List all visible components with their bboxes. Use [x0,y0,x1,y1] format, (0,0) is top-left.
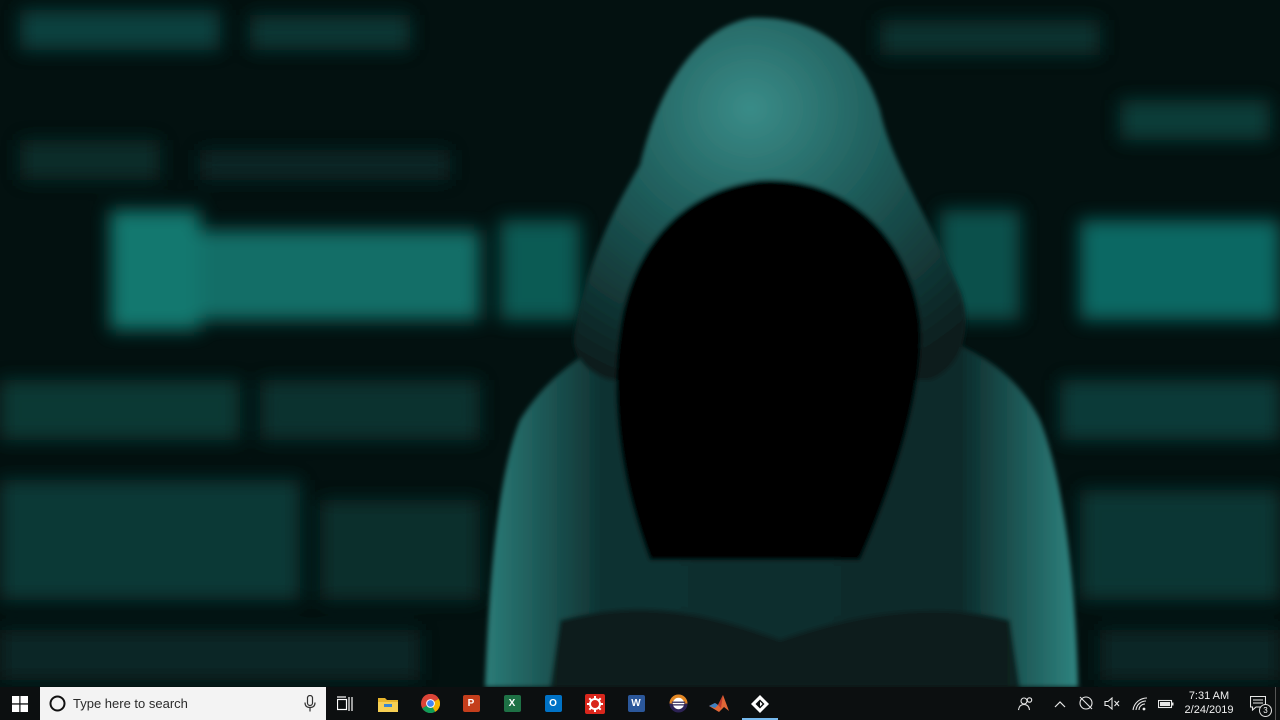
volume-muted-icon [1104,697,1120,710]
powerpoint-icon: P [462,695,480,712]
excel-letter: X [508,698,516,709]
eclipse-button[interactable] [658,687,698,720]
taskbar: Type here to search P X O W 7:31 AM 2/24… [0,687,1280,720]
outlook-icon: O [544,695,562,712]
chrome-button[interactable] [410,687,450,720]
cortana-circle-icon [49,695,66,712]
powerpoint-button[interactable]: P [451,687,491,720]
file-explorer-button[interactable] [368,687,408,720]
hooded-figure-wallpaper-image [0,0,1280,687]
chevron-up-icon [1054,700,1066,707]
search-box[interactable]: Type here to search [40,687,326,720]
matlab-button[interactable] [699,687,739,720]
word-button[interactable]: W [616,687,656,720]
start-button[interactable] [0,687,40,720]
people-button[interactable] [1013,687,1039,720]
network-off-icon [1079,696,1093,710]
volume-button[interactable] [1099,687,1125,720]
task-view-icon [337,695,353,711]
show-hidden-icons-button[interactable] [1047,687,1073,720]
task-view-button[interactable] [326,687,366,720]
excel-icon: X [503,695,521,712]
chrome-icon [420,694,440,713]
red-gear-icon [585,693,605,714]
eclipse-icon [668,694,688,713]
notification-count-badge: 3 [1259,704,1272,717]
active-app-button[interactable] [740,687,780,720]
microphone-icon[interactable] [304,695,316,712]
matlab-icon [709,695,729,712]
battery-icon [1158,699,1174,708]
red-gear-app-button[interactable] [575,687,615,720]
powerpoint-letter: P [467,698,475,709]
outlook-button[interactable]: O [533,687,573,720]
wifi-icon [1132,696,1148,710]
outlook-letter: O [549,698,557,709]
action-center-button[interactable]: 3 [1242,687,1274,720]
search-placeholder: Type here to search [73,696,188,711]
clock[interactable]: 7:31 AM 2/24/2019 [1176,689,1242,719]
clock-time: 7:31 AM [1188,690,1230,702]
network-disconnected-button[interactable] [1073,687,1099,720]
windows-logo-icon [12,695,28,712]
word-icon: W [627,695,645,712]
folder-icon [378,698,398,712]
word-letter: W [631,698,641,709]
wifi-button[interactable] [1127,687,1153,720]
show-desktop-button[interactable] [1275,687,1280,720]
clock-date: 2/24/2019 [1184,704,1234,716]
diamond-app-icon [751,694,769,713]
people-icon [1018,696,1033,710]
excel-button[interactable]: X [492,687,532,720]
desktop-wallpaper [0,0,1280,687]
